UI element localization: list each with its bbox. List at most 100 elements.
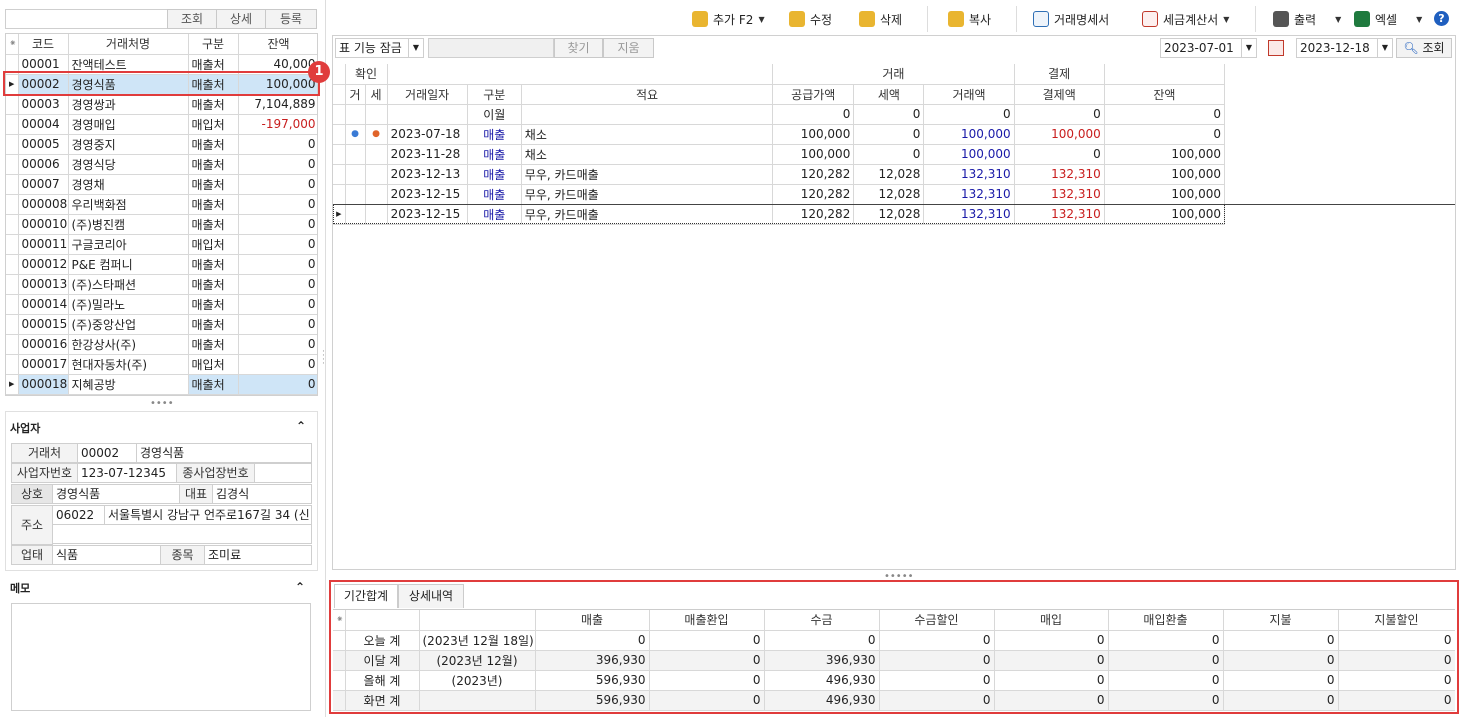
col-code[interactable]: 코드 <box>18 34 69 55</box>
transaction-row[interactable]: 2023-12-15 매출 무우, 카드매출 120,282 12,028 132,310… <box>333 184 1226 205</box>
company-field[interactable]: 경영식품 <box>52 484 180 504</box>
bizno-field[interactable]: 123-07-12345 <box>77 463 177 483</box>
summary-row[interactable]: 화면 계 596,930 0 496,930 0 0 0 0 0 <box>333 690 1455 711</box>
chevron-down-icon[interactable]: ▼ <box>1416 15 1422 24</box>
col-supply[interactable]: 공급가액 <box>772 84 855 105</box>
summary-row[interactable]: 올해 계 (2023년) 596,930 0 496,930 0 0 0 0 0 <box>333 670 1455 691</box>
splitter-handle[interactable]: •••• <box>150 398 174 409</box>
search-button[interactable]: 조회 <box>167 9 217 29</box>
partner-row[interactable]: 000014 (주)밀라노 매출처 0 <box>6 294 317 315</box>
clear-button[interactable]: 지움 <box>603 38 654 58</box>
partner-row[interactable]: 00004 경영매입 매입처 -197,000 <box>6 114 317 135</box>
partner-row[interactable]: 000010 (주)병진캠 매출처 0 <box>6 214 317 235</box>
calendar-icon[interactable] <box>1268 40 1284 56</box>
partner-row[interactable]: 000011 구글코리아 매입처 0 <box>6 234 317 255</box>
chevron-down-icon[interactable]: ▼ <box>758 15 764 24</box>
col-g[interactable]: 거 <box>345 84 366 105</box>
col-collect[interactable]: 수금 <box>764 610 880 631</box>
address-detail-field[interactable] <box>52 524 312 544</box>
edit-button[interactable]: 수정 <box>789 8 832 30</box>
business-title: 사업자 <box>10 422 41 435</box>
col-name[interactable]: 거래처명 <box>68 34 189 55</box>
transaction-row[interactable]: 2023-11-28 매출 채소 100,000 0 100,000 0 100,000 <box>333 144 1226 165</box>
partner-name: 경영매입 <box>68 114 189 135</box>
collapse-icon[interactable]: ⌃ <box>296 419 306 433</box>
partner-row[interactable]: 000008 우리백화점 매출처 0 <box>6 194 317 215</box>
tax-invoice-button[interactable]: 세금계산서 ▼ <box>1142 8 1229 30</box>
col-purchase[interactable]: 매입 <box>994 610 1109 631</box>
col-balance[interactable]: 잔액 <box>238 34 317 55</box>
tx-amount: 132,310 <box>923 164 1015 185</box>
transaction-row[interactable]: ▶ 2023-12-15 매출 무우, 카드매출 120,282 12,028 132,31… <box>333 204 1226 225</box>
carry-row[interactable]: 이월 0 0 0 0 0 <box>333 104 1226 125</box>
col-type[interactable]: 구분 <box>467 84 522 105</box>
date-to-input[interactable]: 2023-12-18 <box>1296 38 1378 58</box>
help-icon[interactable]: ? <box>1434 11 1449 26</box>
partner-row[interactable]: 00005 경영중지 매출처 0 <box>6 134 317 155</box>
delete-button[interactable]: 삭제 <box>859 8 902 30</box>
ceo-field[interactable]: 김경식 <box>212 484 312 504</box>
subbiz-field[interactable] <box>254 463 312 483</box>
partner-row[interactable]: 000013 (주)스타패션 매출처 0 <box>6 274 317 295</box>
partner-row[interactable]: 000012 P&E 컴퍼니 매출처 0 <box>6 254 317 275</box>
transaction-row[interactable]: ● ● 2023-07-18 매출 채소 100,000 0 100,000 100,000 0 <box>333 124 1226 145</box>
partner-row[interactable]: 00007 경영채 매출처 0 <box>6 174 317 195</box>
memo-collapse-icon[interactable]: ⌃ <box>295 580 305 594</box>
date-from-input[interactable]: 2023-07-01 <box>1160 38 1242 58</box>
copy-button[interactable]: 복사 <box>948 8 991 30</box>
partner-code: 000008 <box>18 194 69 215</box>
col-collect-discount[interactable]: 수금할인 <box>879 610 995 631</box>
col-settle[interactable]: 결제액 <box>1014 84 1105 105</box>
col-tax[interactable]: 세액 <box>853 84 925 105</box>
col-s[interactable]: 세 <box>365 84 388 105</box>
zip-field[interactable]: 06022 <box>52 505 105 525</box>
col-amount[interactable]: 거래액 <box>923 84 1015 105</box>
biztype-field[interactable]: 식품 <box>52 545 161 565</box>
partner-code: 000011 <box>18 234 69 255</box>
partner-type: 매출처 <box>188 294 239 315</box>
col-purchase-return[interactable]: 매입환출 <box>1108 610 1224 631</box>
partner-search-input[interactable] <box>5 9 168 29</box>
print-button[interactable]: 출력 ▼ <box>1273 8 1341 30</box>
memo-textarea[interactable] <box>11 603 311 711</box>
statement-button[interactable]: 거래명세서 <box>1033 8 1109 30</box>
find-input[interactable] <box>428 38 554 58</box>
col-date[interactable]: 거래일자 <box>387 84 468 105</box>
col-payment-discount[interactable]: 지불할인 <box>1338 610 1455 631</box>
partner-name-field[interactable]: 경영식품 <box>136 443 312 463</box>
row-indicator <box>6 134 19 155</box>
date-search-button[interactable]: 🔍︎ 조회 <box>1396 38 1452 58</box>
detail-button[interactable]: 상세 <box>216 9 266 29</box>
lock-dropdown-icon[interactable]: ▼ <box>408 38 424 58</box>
lock-select[interactable]: 표 기능 잠금 <box>335 38 409 58</box>
partner-row[interactable]: 000017 현대자동차(주) 매입처 0 <box>6 354 317 375</box>
col-sales[interactable]: 매출 <box>535 610 650 631</box>
summary-row[interactable]: 오늘 계 (2023년 12월 18일) 0 0 0 0 0 0 0 0 <box>333 630 1455 651</box>
find-button[interactable]: 찾기 <box>554 38 603 58</box>
add-button[interactable]: 추가 F2 ▼ <box>692 8 765 30</box>
partner-row[interactable]: 000016 한강상사(주) 매출처 0 <box>6 334 317 355</box>
partner-row[interactable]: 00003 경영쌍과 매출처 7,104,889 <box>6 94 317 115</box>
partner-row[interactable]: ▶ 000018 지혜공방 매출처 0 <box>6 374 317 395</box>
excel-button[interactable]: 엑셀 ▼ <box>1354 8 1422 30</box>
tab-detail[interactable]: 상세내역 <box>398 584 464 608</box>
chevron-down-icon[interactable]: ▼ <box>1335 15 1341 24</box>
vertical-splitter[interactable]: · · · · <box>322 348 325 369</box>
col-sales-return[interactable]: 매출환입 <box>649 610 765 631</box>
col-memo[interactable]: 적요 <box>521 84 774 105</box>
transaction-row[interactable]: 2023-12-13 매출 무우, 카드매출 120,282 12,028 132,310… <box>333 164 1226 185</box>
col-balance[interactable]: 잔액 <box>1104 84 1226 105</box>
chevron-down-icon[interactable]: ▼ <box>1223 15 1229 24</box>
partner-row[interactable]: 000015 (주)중앙산업 매출처 0 <box>6 314 317 335</box>
address-field[interactable]: 서울특별시 강남구 언주로167길 34 (신 <box>104 505 312 525</box>
tab-period[interactable]: 기간합계 <box>334 584 398 608</box>
col-payment[interactable]: 지불 <box>1223 610 1339 631</box>
date-from-dropdown-icon[interactable]: ▼ <box>1241 38 1257 58</box>
col-type[interactable]: 구분 <box>188 34 239 55</box>
summary-row[interactable]: 이달 계 (2023년 12월) 396,930 0 396,930 0 0 0 0 0 <box>333 650 1455 671</box>
item-field[interactable]: 조미료 <box>204 545 312 565</box>
date-to-dropdown-icon[interactable]: ▼ <box>1377 38 1393 58</box>
register-button[interactable]: 등록 <box>265 9 317 29</box>
partner-code-field[interactable]: 00002 <box>77 443 137 463</box>
partner-row[interactable]: 00006 경영식당 매출처 0 <box>6 154 317 175</box>
